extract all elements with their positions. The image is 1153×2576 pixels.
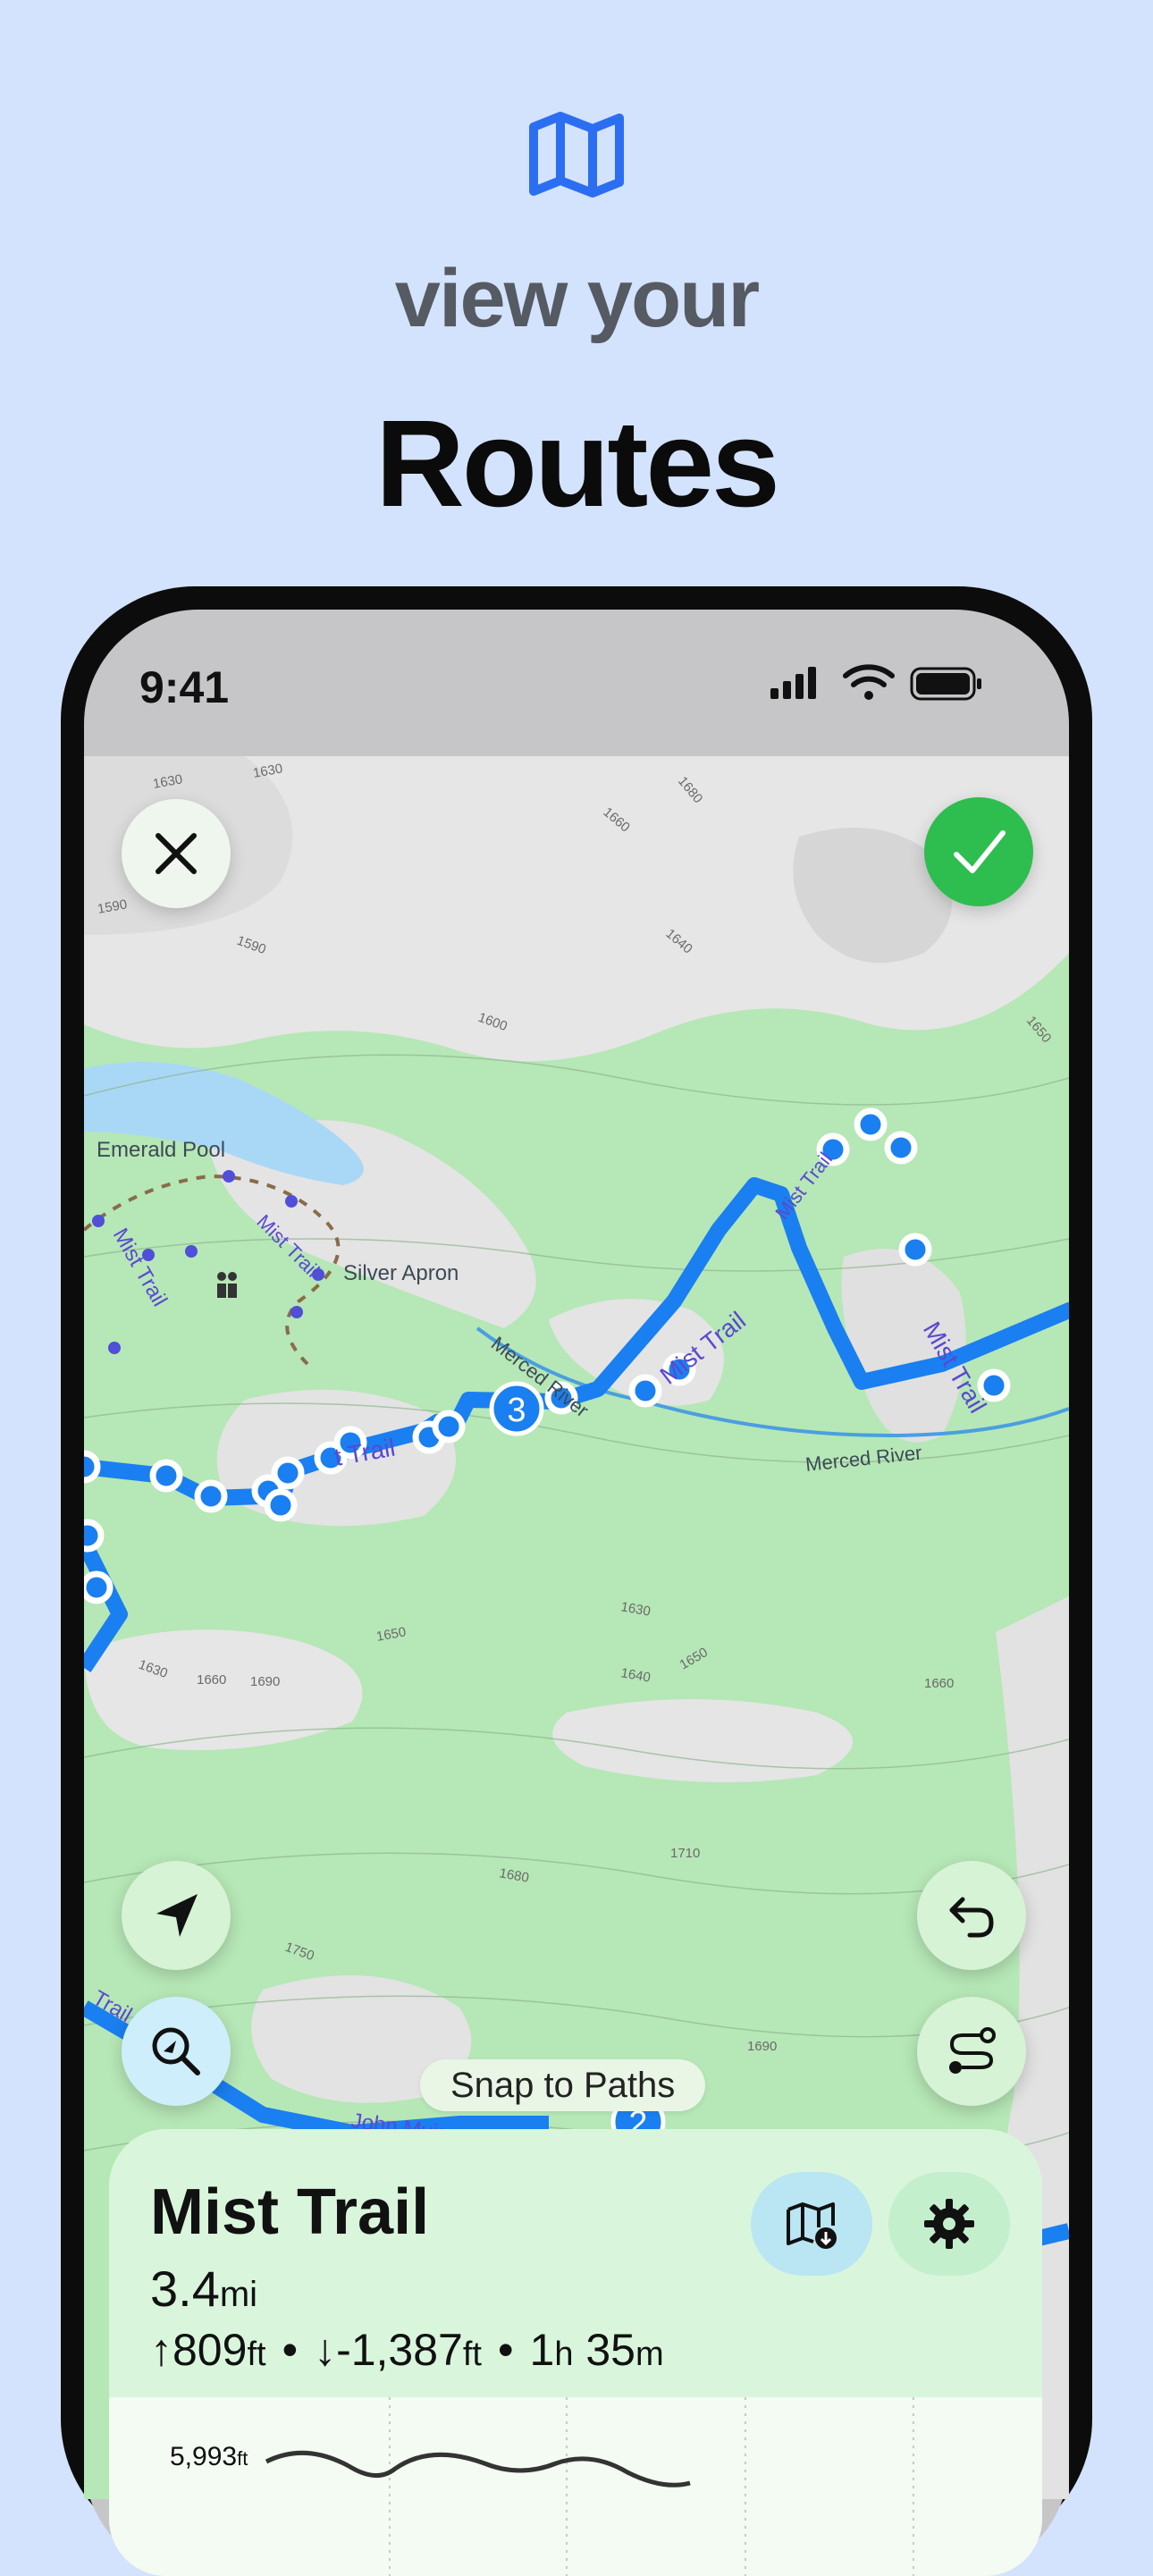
duration-value: 1 xyxy=(529,2325,555,2375)
close-button[interactable] xyxy=(122,799,231,908)
svg-text:1710: 1710 xyxy=(670,1846,700,1861)
route-summary-panel: Mist Trail 3.4mi ↑809ft • ↓-1,387ft • 1h 35m xyxy=(109,2129,1042,2576)
confirm-button[interactable] xyxy=(924,797,1033,906)
elevation-chart: 5,993ft xyxy=(109,2397,1042,2576)
offline-map-button[interactable] xyxy=(751,2172,872,2276)
undo-icon xyxy=(949,1897,994,1938)
settings-button[interactable] xyxy=(888,2172,1010,2276)
status-time: 9:41 xyxy=(139,662,230,712)
zoom-search-icon xyxy=(152,2027,200,2075)
close-icon xyxy=(156,833,197,874)
label-silver-apron: Silver Apron xyxy=(343,1261,459,1285)
route-stats: ↑809ft • ↓-1,387ft • 1h 35m xyxy=(150,2325,664,2375)
wifi-icon xyxy=(843,664,895,700)
promo-title: Routes xyxy=(375,395,780,533)
ascent-value: ↑809 xyxy=(150,2325,248,2375)
route-icon xyxy=(949,2027,996,2074)
elevation-max-label: 5,993ft xyxy=(170,2442,248,2471)
route-distance: 3.4mi xyxy=(150,2260,258,2317)
checkmark-icon xyxy=(954,830,1006,873)
undo-button[interactable] xyxy=(917,1861,1026,1970)
svg-text:3: 3 xyxy=(507,1392,526,1429)
descent-value: ↓-1,387 xyxy=(314,2325,463,2375)
route-title: Mist Trail xyxy=(150,2176,430,2248)
zoom-search-button[interactable] xyxy=(122,1997,231,2106)
map-icon xyxy=(523,100,630,207)
gear-icon xyxy=(924,2199,974,2249)
battery-icon xyxy=(910,667,981,701)
signal-icon xyxy=(770,667,816,699)
status-icons xyxy=(769,663,983,704)
label-emerald-pool: Emerald Pool xyxy=(97,1138,225,1162)
locate-button[interactable] xyxy=(122,1861,231,1970)
svg-text:1660: 1660 xyxy=(924,1676,954,1691)
map-download-icon xyxy=(787,2202,837,2249)
route-button[interactable] xyxy=(917,1997,1026,2106)
svg-text:1690: 1690 xyxy=(250,1674,280,1689)
svg-text:1690: 1690 xyxy=(747,2039,777,2054)
navigation-arrow-icon xyxy=(156,1894,198,1937)
snap-to-paths-toggle[interactable]: Snap to Paths xyxy=(420,2059,706,2111)
waypoint-badge-3: 3 xyxy=(489,1381,544,1436)
svg-text:1660: 1660 xyxy=(197,1672,226,1688)
promo-subtitle: view your xyxy=(394,253,760,344)
